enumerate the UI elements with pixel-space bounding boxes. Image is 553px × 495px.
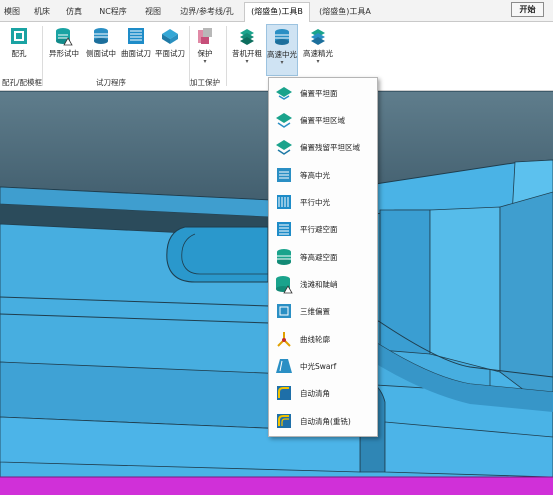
raster-icon [277,195,291,209]
3d-offset-icon [277,304,291,318]
raster-grid-icon [128,28,144,44]
menu-item-shallow-and-steep[interactable]: 浅滩和陡峭 [271,271,375,297]
flat-block-icon [162,29,178,44]
menu-item-3d-offset[interactable]: 三维偏置 [271,298,375,324]
stacked-disk-icon [94,28,108,44]
menu-item-offset-rest-flat-area[interactable]: 偏置残留平坦区域 [271,134,375,160]
gaosu-zhongguang-button[interactable]: 高速中光 ▾ [266,24,298,76]
roughing-layers-icon [240,29,254,45]
tab-tools-a[interactable]: (熔盛鱼)工具A [312,5,378,22]
ribbon-tab-bar: 模图 机床 仿真 NC程序 视图 边界/参考线/孔 (熔盛鱼)工具B (熔盛鱼)… [0,0,553,23]
qumian-shidao-button[interactable]: 曲面试刀 [118,26,154,59]
group-label-jiagong: 加工保护 [190,78,220,87]
yixing-shizhong-button[interactable]: 异形试中 [46,26,82,59]
constant-z-icon [277,168,291,182]
group-label-peikong: 配孔/配模框 [2,78,43,87]
start-button[interactable]: 开始 [511,2,544,17]
tab-nc-program[interactable]: NC程序 [90,5,136,22]
raster-avoid-icon [277,222,291,236]
menu-item-auto-corner-repeat[interactable]: 自动清角(重铣) [271,408,375,434]
chevron-down-icon: ▾ [280,59,284,66]
curve-profile-icon [277,332,291,347]
corner-clean-repeat-icon [277,414,291,428]
offset-flat-area-icon [276,113,292,128]
stacked-disk-warning-icon [276,276,293,294]
stacked-disk-warning-icon [56,28,73,46]
tab-simulation[interactable]: 仿真 [58,5,90,22]
pingmian-shidao-button[interactable]: 平面试刀 [152,26,188,59]
peikong-button[interactable]: 配孔 [6,26,32,59]
tab-machine[interactable]: 机床 [26,5,58,22]
tab-tools-b[interactable]: (熔盛鱼)工具B [244,2,310,23]
menu-item-constant-z-semifinish[interactable]: 等高中光 [271,162,375,188]
protection-block-icon [198,28,212,44]
hole-fit-icon [11,28,27,44]
kaicu-button[interactable]: 昔机开粗 ▾ [229,26,265,65]
menu-item-offset-flat-area[interactable]: 偏置平坦区域 [271,107,375,133]
menu-item-auto-corner[interactable]: 自动清角 [271,380,375,406]
gaosu-jingguang-button[interactable]: 高速精光 ▾ [301,26,335,65]
chevron-down-icon: ▾ [245,58,249,65]
chevron-down-icon: ▾ [316,58,320,65]
stacked-disk-icon [277,249,291,265]
menu-item-constant-z-avoid-face[interactable]: 等高避空面 [271,244,375,270]
gaosu-zhongguang-dropdown-menu: 偏置平坦面 偏置平坦区域 偏置残留平坦区域 等高中光 平行中光 平行避空面 等高… [268,77,378,437]
tab-model[interactable]: 模图 [0,5,24,22]
menu-item-raster-semifinish[interactable]: 平行中光 [271,189,375,215]
swarf-icon [276,359,292,373]
chevron-down-icon: ▾ [203,58,207,65]
menu-item-swarf[interactable]: 中光Swarf [271,353,375,379]
stacked-disk-icon [275,29,289,45]
offset-flat-icon [276,87,292,100]
menu-item-curve-profile[interactable]: 曲线轮廓 [271,326,375,352]
cemian-shizhong-button[interactable]: 侧面试中 [83,26,119,59]
group-label-shidao: 试刀程序 [96,78,126,87]
finishing-layers-icon [311,29,325,45]
menu-item-raster-avoid-face[interactable]: 平行避空面 [271,216,375,242]
tab-view[interactable]: 视图 [136,5,170,22]
offset-rest-area-icon [276,140,292,155]
corner-clean-icon [277,386,291,400]
baohu-button[interactable]: 保护 ▾ [192,26,218,65]
menu-item-offset-flat-face[interactable]: 偏置平坦面 [271,80,375,106]
tab-boundary-reference-hole[interactable]: 边界/参考线/孔 [170,5,244,22]
